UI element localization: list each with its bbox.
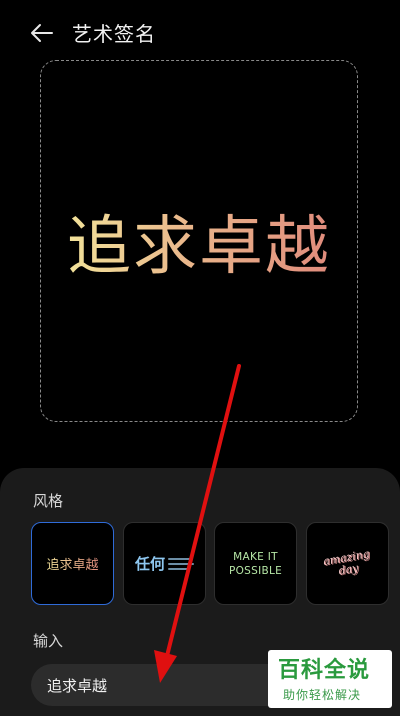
style-card-amazing-day[interactable]: amazing day <box>306 522 389 605</box>
style-card-line: POSSIBLE <box>228 564 283 577</box>
watermark-title: 百科全说 <box>278 658 371 683</box>
preview-text: 追求卓越 <box>67 195 331 287</box>
style-section-label: 风格 <box>33 492 64 510</box>
input-section-label: 输入 <box>33 632 64 650</box>
style-card-blue[interactable]: 任何 <box>123 522 206 605</box>
watermark-subtitle: 助你轻松解决 <box>283 688 362 702</box>
signature-preview: 追求卓越 <box>40 60 358 422</box>
style-card-gradient[interactable]: 追求卓越 <box>31 522 114 605</box>
arrow-left-icon <box>31 24 53 42</box>
page-title: 艺术签名 <box>72 22 156 46</box>
style-card-text: 任何 <box>134 555 165 573</box>
style-card-text: amazing day <box>322 547 372 580</box>
style-card-decoration <box>168 557 194 570</box>
style-card-text: 追求卓越 <box>46 554 98 573</box>
style-card-content: 任何 <box>135 553 194 574</box>
style-card-make-it-possible[interactable]: MAKE IT POSSIBLE <box>214 522 297 605</box>
style-options: 追求卓越 任何 MAKE IT POSSIBLE amazing day <box>31 522 400 606</box>
style-card-text: MAKE IT POSSIBLE <box>229 550 282 578</box>
style-card-line: MAKE IT <box>233 550 278 563</box>
header: 艺术签名 <box>0 0 400 64</box>
back-button[interactable] <box>26 17 58 49</box>
